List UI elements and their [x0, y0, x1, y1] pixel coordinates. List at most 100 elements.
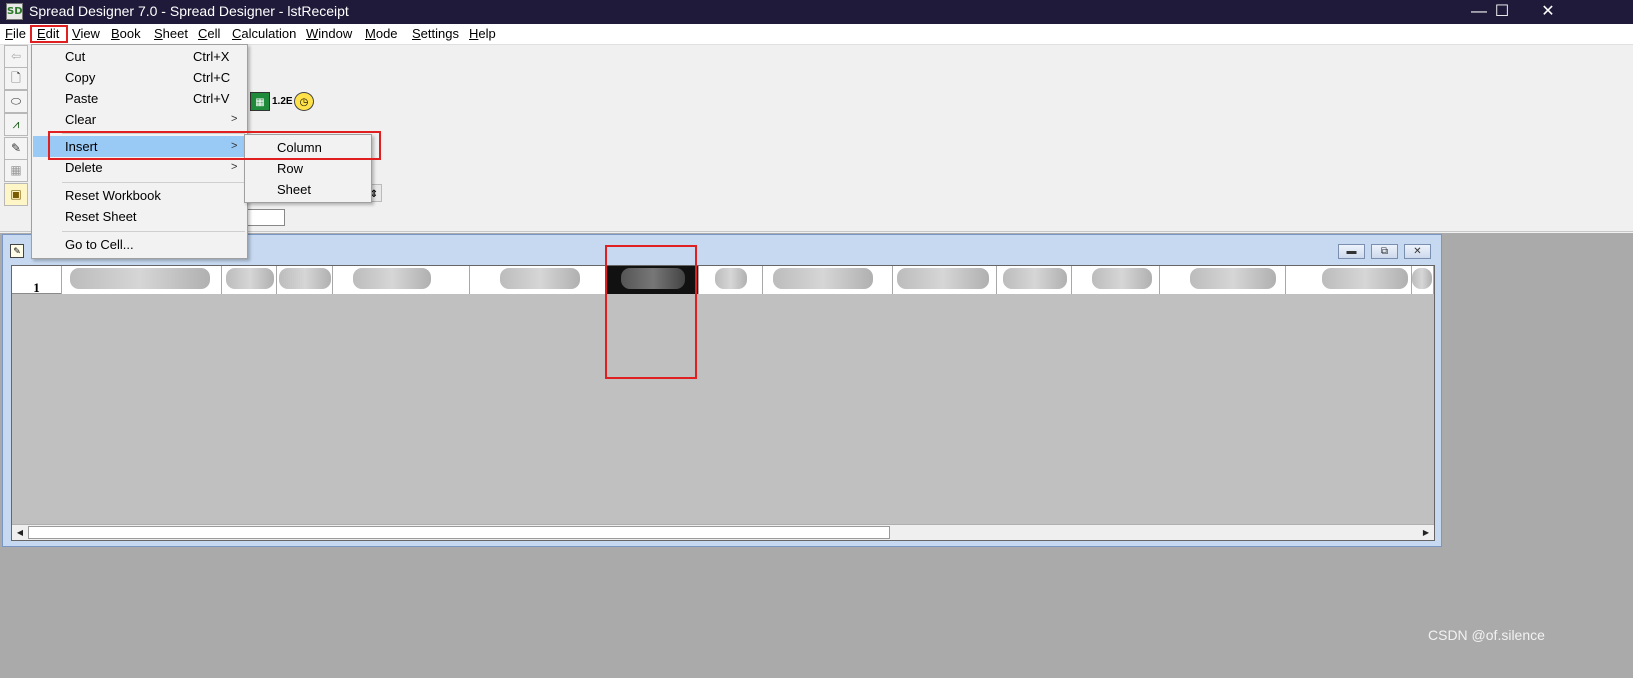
menu-item-label: Go to Cell... — [65, 237, 134, 252]
menu-window-accel: W — [306, 26, 319, 41]
menu-cell-accel: C — [198, 26, 208, 41]
submenu-arrow-icon: > — [231, 161, 238, 173]
close-button[interactable]: ✕ — [1525, 0, 1571, 24]
menu-item-shortcut: Ctrl+V — [193, 91, 230, 106]
ellipse-shape-icon[interactable]: ⬭ — [4, 90, 28, 113]
sheet-minimize-button[interactable]: ▬ — [1338, 244, 1365, 259]
menu-bar: File Edit View Book Sheet Cell Calculati… — [0, 24, 1633, 45]
menu-item-shortcut: Ctrl+X — [193, 49, 230, 64]
menu-item-go-to-cell[interactable]: Go to Cell... — [33, 234, 247, 255]
menu-item-cut[interactable]: Cut Ctrl+X — [33, 46, 247, 67]
submenu-arrow-icon: > — [231, 113, 238, 125]
menu-settings[interactable]: Settings — [412, 26, 459, 41]
submenu-item-row[interactable]: Row — [277, 161, 303, 176]
column-header[interactable] — [333, 266, 470, 294]
sheet-restore-button[interactable]: ⧉ — [1371, 244, 1398, 259]
menu-mode-accel: M — [365, 26, 376, 41]
menu-item-reset-workbook[interactable]: Reset Workbook — [33, 185, 247, 206]
menu-sheet[interactable]: Sheet — [154, 26, 188, 41]
menu-item-clear[interactable]: Clear > — [33, 109, 247, 130]
sheet-window-icon: ✎ — [10, 244, 24, 258]
menu-item-paste[interactable]: Paste Ctrl+V — [33, 88, 247, 109]
column-header[interactable] — [222, 266, 277, 294]
grid-table-icon[interactable]: ▦ — [4, 159, 28, 182]
sheet-close-button[interactable]: ✕ — [1404, 244, 1431, 259]
scroll-right-icon[interactable]: ▶ — [1419, 526, 1433, 539]
title-bar: SD Spread Designer 7.0 - Spread Designer… — [0, 0, 1633, 24]
menu-window-rest: indow — [318, 26, 353, 41]
chart-tool-icon[interactable]: ⩘ — [4, 113, 28, 136]
horizontal-scrollbar[interactable]: ◀ ▶ — [12, 524, 1434, 540]
back-arrow-icon[interactable]: ⇦ — [4, 45, 28, 68]
menu-separator — [62, 182, 245, 183]
menu-item-label: Delete — [65, 160, 103, 175]
menu-book[interactable]: Book — [111, 26, 141, 41]
menu-cell-rest: ell — [207, 26, 221, 41]
menu-calculation-rest: alculation — [241, 26, 297, 41]
menu-settings-rest: ettings — [420, 26, 459, 41]
new-document-icon[interactable]: 🗋 — [4, 67, 28, 90]
column-header[interactable] — [470, 266, 607, 294]
number-format-icon[interactable]: 1.2E — [272, 92, 293, 111]
menu-item-delete[interactable]: Delete > — [33, 157, 247, 178]
menu-help-accel: H — [469, 26, 479, 41]
menu-book-accel: B — [111, 26, 120, 41]
column-header-row: 1 — [12, 266, 1434, 295]
menu-calculation-accel: C — [232, 26, 242, 41]
menu-separator — [62, 231, 245, 232]
menu-item-reset-sheet[interactable]: Reset Sheet — [33, 206, 247, 227]
menu-item-shortcut: Ctrl+C — [193, 70, 231, 85]
menu-mode-rest: ode — [375, 26, 398, 41]
column-header[interactable] — [699, 266, 763, 294]
column-header[interactable] — [1286, 266, 1412, 294]
column-header[interactable] — [1160, 266, 1286, 294]
menu-calculation[interactable]: Calculation — [232, 26, 296, 41]
image-insert-icon[interactable]: ▦ — [250, 92, 270, 111]
menu-file-accel: F — [5, 26, 13, 41]
insert-column-annotation — [48, 131, 381, 160]
maximize-button[interactable]: ☐ — [1479, 0, 1525, 24]
menu-item-label: Cut — [65, 49, 86, 64]
spreadsheet-grid[interactable]: 1 ◀ ▶ — [11, 265, 1435, 541]
menu-sheet-accel: S — [154, 26, 163, 41]
sheet-window: ✎ ▬ ⧉ ✕ 1 ◀ ▶ — [2, 234, 1442, 547]
scroll-left-icon[interactable]: ◀ — [13, 526, 27, 539]
menu-settings-accel: S — [412, 26, 421, 41]
clock-format-icon[interactable]: ◷ — [294, 92, 314, 111]
picture-icon[interactable]: ▣ — [4, 183, 28, 206]
menu-item-label: Paste — [65, 91, 99, 106]
column-header[interactable] — [277, 266, 333, 294]
cell-reference-input[interactable] — [246, 209, 285, 226]
window-title: Spread Designer 7.0 - Spread Designer - … — [29, 3, 349, 19]
selected-column-annotation — [605, 245, 697, 379]
column-header[interactable] — [997, 266, 1072, 294]
menu-item-label: Copy — [65, 70, 96, 85]
menu-file[interactable]: File — [5, 26, 26, 41]
menu-item-copy[interactable]: Copy Ctrl+C — [33, 67, 247, 88]
row-header-1[interactable]: 1 — [12, 266, 62, 295]
menu-cell[interactable]: Cell — [198, 26, 220, 41]
watermark: CSDN @of.silence — [1428, 627, 1545, 643]
menu-view[interactable]: View — [72, 26, 100, 41]
menu-file-rest: ile — [12, 26, 26, 41]
menu-book-rest: ook — [119, 26, 141, 41]
column-header[interactable] — [62, 266, 222, 294]
column-header[interactable] — [1072, 266, 1160, 294]
menu-item-label: Reset Workbook — [65, 188, 161, 203]
edit-pencil-icon[interactable]: ✎ — [4, 137, 28, 160]
column-header[interactable] — [763, 266, 893, 294]
menu-sheet-rest: heet — [162, 26, 188, 41]
menu-item-label: Clear — [65, 112, 97, 127]
submenu-item-sheet[interactable]: Sheet — [277, 182, 311, 197]
column-header[interactable] — [893, 266, 997, 294]
menu-help-rest: elp — [478, 26, 496, 41]
app-icon: SD — [6, 3, 23, 20]
menu-mode[interactable]: Mode — [365, 26, 398, 41]
edit-menu-annotation — [30, 25, 68, 43]
scrollbar-thumb[interactable] — [28, 526, 890, 539]
menu-view-rest: iew — [80, 26, 100, 41]
menu-window[interactable]: Window — [306, 26, 352, 41]
menu-item-label: Reset Sheet — [65, 209, 137, 224]
column-header[interactable] — [1412, 266, 1434, 294]
menu-help[interactable]: Help — [469, 26, 496, 41]
